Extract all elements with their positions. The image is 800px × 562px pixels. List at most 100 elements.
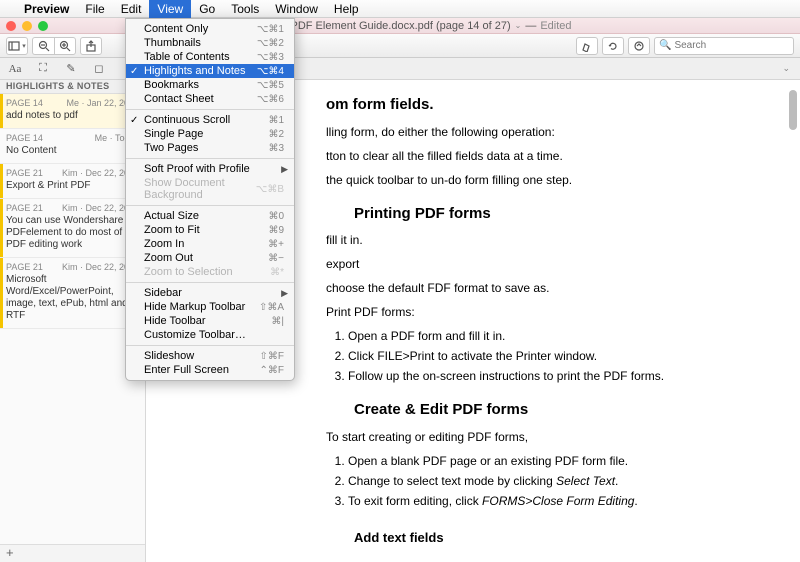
menu-item: Zoom to Selection⌘* bbox=[126, 265, 294, 279]
menu-item-label: Content Only bbox=[144, 23, 257, 35]
menu-go[interactable]: Go bbox=[191, 0, 223, 18]
zoom-out-button[interactable] bbox=[32, 37, 54, 55]
menu-item-label: Continuous Scroll bbox=[144, 114, 268, 126]
menu-item[interactable]: Two Pages⌘3 bbox=[126, 141, 294, 155]
menu-item[interactable]: Hide Toolbar⌘| bbox=[126, 314, 294, 328]
highlight-bar bbox=[0, 94, 3, 128]
menu-item-label: Actual Size bbox=[144, 210, 268, 222]
view-menu: Content Only⌥⌘1Thumbnails⌥⌘2Table of Con… bbox=[125, 18, 295, 381]
highlight-bar bbox=[0, 258, 3, 328]
title-dropdown-icon[interactable]: ⌄ bbox=[515, 21, 522, 30]
menu-edit[interactable]: Edit bbox=[113, 0, 150, 18]
scroll-thumb[interactable] bbox=[789, 90, 797, 130]
menu-item[interactable]: Zoom to Fit⌘9 bbox=[126, 223, 294, 237]
zoom-icon[interactable] bbox=[38, 21, 48, 31]
menu-tools[interactable]: Tools bbox=[223, 0, 267, 18]
search-box[interactable]: 🔍 bbox=[654, 37, 794, 55]
zoom-in-button[interactable] bbox=[54, 37, 76, 55]
note-item[interactable]: PAGE 21Kim · Dec 22, 2014Export & Print … bbox=[0, 164, 145, 199]
menu-shortcut: ⌥⌘5 bbox=[257, 80, 284, 91]
share-button[interactable] bbox=[80, 37, 102, 55]
menu-item[interactable]: Table of Contents⌥⌘3 bbox=[126, 50, 294, 64]
menu-item[interactable]: Enter Full Screen⌃⌘F bbox=[126, 363, 294, 377]
list-item: To exit form editing, click FORMS>Close … bbox=[348, 492, 770, 510]
note-body: Microsoft Word/Excel/PowerPoint, image, … bbox=[6, 274, 139, 322]
menu-shortcut: ⌘0 bbox=[268, 211, 284, 222]
list-item: Click FILE>Print to activate the Printer… bbox=[348, 347, 770, 365]
menu-item[interactable]: Customize Toolbar… bbox=[126, 328, 294, 342]
menu-shortcut: ⌘1 bbox=[268, 115, 284, 126]
highlight-button[interactable] bbox=[576, 37, 598, 55]
window-titlebar: PDF Element Guide.docx.pdf (page 14 of 2… bbox=[0, 18, 800, 34]
close-icon[interactable] bbox=[6, 21, 16, 31]
menu-item[interactable]: Slideshow⇧⌘F bbox=[126, 349, 294, 363]
minimize-icon[interactable] bbox=[22, 21, 32, 31]
body-text: the quick toolbar to un-do form filling … bbox=[326, 171, 770, 189]
menu-item[interactable]: ✓Continuous Scroll⌘1 bbox=[126, 113, 294, 127]
menu-item[interactable]: Content Only⌥⌘1 bbox=[126, 22, 294, 36]
menu-item[interactable]: Hide Markup Toolbar⇧⌘A bbox=[126, 300, 294, 314]
crop-button[interactable]: ⛶ bbox=[34, 62, 52, 75]
body-text: tton to clear all the filled fields data… bbox=[326, 147, 770, 165]
body-text: To start creating or editing PDF forms, bbox=[326, 428, 770, 446]
scrollbar[interactable] bbox=[788, 80, 798, 562]
menu-item[interactable]: ✓Highlights and Notes⌥⌘4 bbox=[126, 64, 294, 78]
menu-separator bbox=[126, 109, 294, 110]
menu-item: Show Document Background⌥⌘B bbox=[126, 176, 294, 202]
print-steps-list: Open a PDF form and fill it in. Click FIL… bbox=[348, 327, 770, 385]
rotate-button[interactable] bbox=[602, 37, 624, 55]
note-page: PAGE 21 bbox=[6, 262, 43, 272]
add-note-button[interactable]: + bbox=[0, 544, 145, 562]
menu-item[interactable]: Contact Sheet⌥⌘6 bbox=[126, 92, 294, 106]
menu-item-label: Enter Full Screen bbox=[144, 364, 260, 376]
menubar: Preview FileEditViewGoToolsWindowHelp bbox=[0, 0, 800, 18]
rotate-icon bbox=[607, 40, 619, 52]
note-item[interactable]: PAGE 21Kim · Dec 22, 2014You can use Won… bbox=[0, 199, 145, 258]
menu-item-label: Highlights and Notes bbox=[144, 65, 257, 77]
text-style-button[interactable]: Aа bbox=[6, 63, 24, 75]
menu-help[interactable]: Help bbox=[326, 0, 367, 18]
menu-item[interactable]: Sidebar▶ bbox=[126, 286, 294, 300]
menu-item[interactable]: Single Page⌘2 bbox=[126, 127, 294, 141]
note-item[interactable]: PAGE 14Me · Jan 22, 2016add notes to pdf bbox=[0, 94, 145, 129]
notes-list: PAGE 14Me · Jan 22, 2016add notes to pdf… bbox=[0, 94, 145, 544]
zoom-out-icon bbox=[38, 40, 50, 52]
menu-item[interactable]: Zoom In⌘+ bbox=[126, 237, 294, 251]
markup-button[interactable] bbox=[628, 37, 650, 55]
note-page: PAGE 14 bbox=[6, 98, 43, 108]
menu-item[interactable]: Soft Proof with Profile▶ bbox=[126, 162, 294, 176]
search-input[interactable] bbox=[674, 40, 789, 51]
menu-shortcut: ⌥⌘3 bbox=[257, 52, 284, 63]
window-title: PDF Element Guide.docx.pdf (page 14 of 2… bbox=[290, 20, 510, 32]
app-name[interactable]: Preview bbox=[16, 0, 77, 18]
body-text: lling form, do either the following oper… bbox=[326, 123, 770, 141]
annotate-button[interactable]: ✎ bbox=[62, 62, 80, 75]
sidebar-button[interactable] bbox=[6, 37, 28, 55]
menu-item-label: Hide Toolbar bbox=[144, 315, 271, 327]
submenu-arrow-icon: ▶ bbox=[281, 288, 288, 299]
menu-item[interactable]: Zoom Out⌘− bbox=[126, 251, 294, 265]
note-body: Export & Print PDF bbox=[6, 180, 139, 192]
shapes-button[interactable]: ◻ bbox=[90, 62, 108, 75]
note-item[interactable]: PAGE 14Me · TodayNo Content bbox=[0, 129, 145, 164]
menu-item[interactable]: Bookmarks⌥⌘5 bbox=[126, 78, 294, 92]
sidebar-header: HIGHLIGHTS & NOTES bbox=[0, 80, 145, 94]
note-item[interactable]: PAGE 21Kim · Dec 22, 2014Microsoft Word/… bbox=[0, 258, 145, 329]
heading-create-edit: Create & Edit PDF forms bbox=[354, 399, 770, 422]
check-icon: ✓ bbox=[130, 66, 138, 77]
menu-shortcut: ⇧⌘F bbox=[260, 351, 285, 362]
menu-separator bbox=[126, 205, 294, 206]
menu-separator bbox=[126, 282, 294, 283]
menu-item[interactable]: Actual Size⌘0 bbox=[126, 209, 294, 223]
menu-separator bbox=[126, 345, 294, 346]
note-body: You can use Wondershare PDFelement to do… bbox=[6, 215, 139, 251]
body-text: Print PDF forms: bbox=[326, 303, 770, 321]
menu-item[interactable]: Thumbnails⌥⌘2 bbox=[126, 36, 294, 50]
menu-window[interactable]: Window bbox=[267, 0, 326, 18]
menu-file[interactable]: File bbox=[77, 0, 112, 18]
list-item: Open a PDF form and fill it in. bbox=[348, 327, 770, 345]
menu-view[interactable]: View bbox=[149, 0, 191, 18]
toolbar-chevron-icon[interactable]: ⌄ bbox=[782, 63, 790, 74]
menu-item-label: Show Document Background bbox=[144, 177, 256, 201]
list-item: Follow up the on-screen instructions to … bbox=[348, 367, 770, 385]
